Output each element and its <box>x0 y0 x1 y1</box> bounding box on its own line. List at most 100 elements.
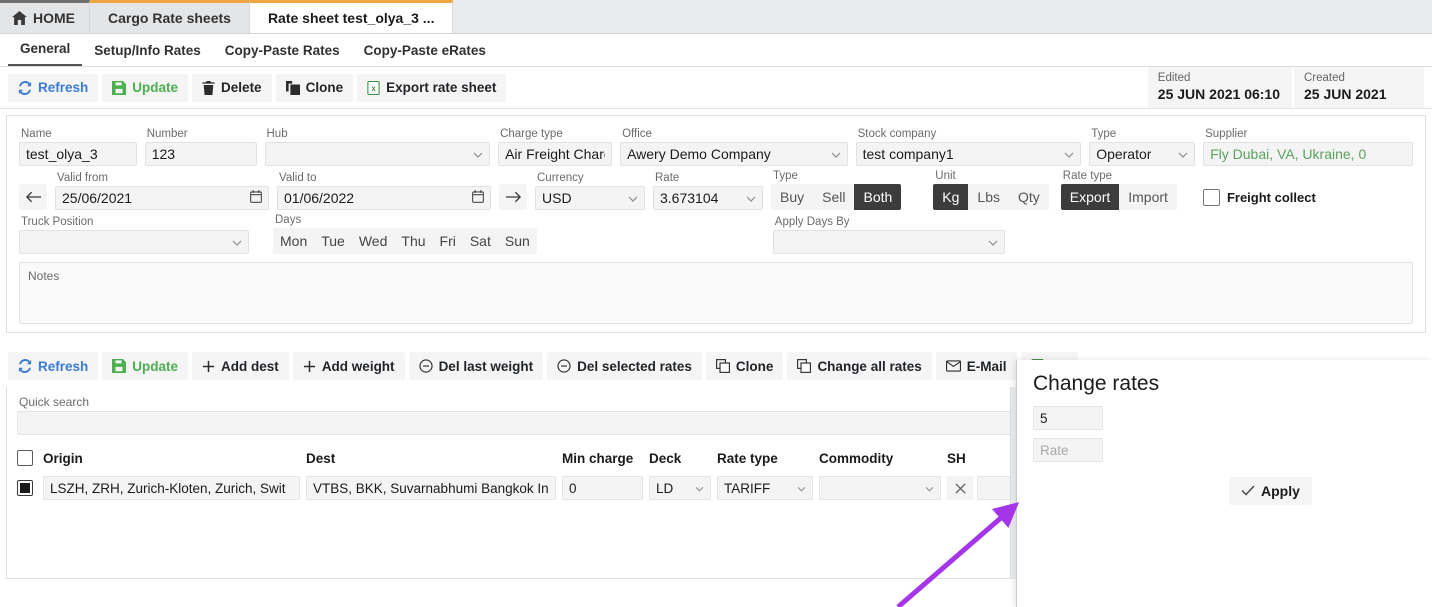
add-dest-button[interactable]: Add dest <box>192 352 289 380</box>
name-input[interactable]: test_olya_3 <box>19 142 137 166</box>
row-checkbox[interactable] <box>17 480 33 496</box>
save-icon <box>112 81 126 95</box>
cell-origin-value: LSZH, ZRH, Zurich-Kloten, Zurich, Swit <box>50 481 286 496</box>
column-header-commodity[interactable]: Commodity <box>819 451 947 466</box>
supplier-input[interactable]: Fly Dubai, VA, Ukraine, 0 <box>1203 142 1413 166</box>
cell-deck[interactable]: LD <box>649 476 717 500</box>
minus-circle-icon <box>557 359 571 373</box>
refresh-button[interactable]: Refresh <box>8 74 98 102</box>
freight-collect-checkbox[interactable] <box>1203 189 1220 206</box>
svg-text:x: x <box>371 83 376 92</box>
cell-dest[interactable]: VTBS, BKK, Suvarnabhumi Bangkok In <box>306 476 562 500</box>
cell-rate-type[interactable]: TARIFF <box>717 476 819 500</box>
valid-from-input[interactable]: 25/06/2021 <box>55 186 269 210</box>
column-header-rate-type[interactable]: Rate type <box>717 451 819 466</box>
hub-select[interactable] <box>265 142 491 166</box>
apply-days-by-select[interactable] <box>773 230 1005 254</box>
days-label: Days <box>273 212 537 228</box>
day-option-sat[interactable]: Sat <box>463 228 498 254</box>
stock-company-select[interactable]: test company1 <box>856 142 1082 166</box>
clear-commodity-cell[interactable] <box>947 476 977 500</box>
grid-refresh-button-label: Refresh <box>38 359 88 374</box>
stock-company-value: test company1 <box>863 146 954 162</box>
calendar-icon[interactable] <box>250 190 262 206</box>
day-option-mon[interactable]: Mon <box>273 228 314 254</box>
grid-clone-button[interactable]: Clone <box>706 352 784 380</box>
cell-origin[interactable]: LSZH, ZRH, Zurich-Kloten, Zurich, Swit <box>43 476 306 500</box>
rate-input[interactable]: 3.673104 <box>653 186 763 210</box>
unit-segmented: Kg Lbs Qty <box>933 184 1048 210</box>
export-rate-sheet-button[interactable]: x Export rate sheet <box>357 74 506 102</box>
tab-home[interactable]: HOME <box>0 0 90 33</box>
del-selected-rates-button[interactable]: Del selected rates <box>547 352 702 380</box>
charge-type-input[interactable]: Air Freight Charg <box>498 142 612 166</box>
unit-option-lbs[interactable]: Lbs <box>968 184 1009 210</box>
direction-option-import[interactable]: Import <box>1119 184 1177 210</box>
column-header-dest[interactable]: Dest <box>306 451 562 466</box>
type-select[interactable]: Operator <box>1089 142 1195 166</box>
column-header-origin[interactable]: Origin <box>43 451 306 466</box>
rate-type-option-sell[interactable]: Sell <box>813 184 854 210</box>
update-button[interactable]: Update <box>102 74 188 102</box>
column-header-sh[interactable]: SH <box>947 451 1007 466</box>
unit-option-qty[interactable]: Qty <box>1009 184 1049 210</box>
update-button-label: Update <box>132 80 178 95</box>
chevron-down-icon <box>1064 146 1074 162</box>
delete-button[interactable]: Delete <box>192 74 272 102</box>
chevron-down-icon <box>746 190 756 206</box>
quick-search-input[interactable] <box>17 411 1037 435</box>
del-last-weight-button[interactable]: Del last weight <box>409 352 544 380</box>
tab-home-label: HOME <box>33 10 75 26</box>
day-option-sun[interactable]: Sun <box>498 228 537 254</box>
grid-update-button[interactable]: Update <box>102 352 188 380</box>
cell-commodity[interactable] <box>819 476 947 500</box>
direction-option-export[interactable]: Export <box>1061 184 1119 210</box>
clone-button[interactable]: Clone <box>276 74 354 102</box>
day-option-thu[interactable]: Thu <box>394 228 432 254</box>
grid-refresh-button[interactable]: Refresh <box>8 352 98 380</box>
prev-period-button[interactable] <box>19 184 47 210</box>
valid-to-input[interactable]: 01/06/2022 <box>277 186 491 210</box>
cell-min-charge[interactable]: 0 <box>562 476 649 500</box>
apply-button[interactable]: Apply <box>1229 477 1312 505</box>
subnav-item-copy-paste-rates[interactable]: Copy-Paste Rates <box>213 43 352 66</box>
select-all-checkbox[interactable] <box>17 450 33 466</box>
select-all-cell[interactable] <box>17 450 43 466</box>
change-all-rates-button[interactable]: Change all rates <box>787 352 931 380</box>
office-value: Awery Demo Company <box>627 146 771 162</box>
close-icon[interactable] <box>947 476 973 500</box>
calendar-icon[interactable] <box>472 190 484 206</box>
number-input[interactable]: 123 <box>145 142 257 166</box>
column-header-deck[interactable]: Deck <box>649 451 717 466</box>
subnav-item-copy-paste-erates[interactable]: Copy-Paste eRates <box>352 43 498 66</box>
tab-cargo-rate-sheets[interactable]: Cargo Rate sheets <box>90 0 250 33</box>
unit-option-kg[interactable]: Kg <box>933 184 968 210</box>
add-weight-button[interactable]: Add weight <box>293 352 405 380</box>
email-button[interactable]: E-Mail <box>936 352 1017 380</box>
notes-field[interactable]: Notes <box>19 262 1413 324</box>
row-select-cell[interactable] <box>17 480 43 496</box>
subnav-item-general[interactable]: General <box>8 41 82 66</box>
change-rates-amount-input[interactable]: 5 <box>1033 406 1103 430</box>
day-option-tue[interactable]: Tue <box>314 228 352 254</box>
save-icon <box>112 359 126 373</box>
office-select[interactable]: Awery Demo Company <box>620 142 848 166</box>
rate-type-option-both[interactable]: Both <box>854 184 901 210</box>
next-period-button[interactable] <box>499 184 527 210</box>
chevron-down-icon <box>695 481 704 496</box>
truck-position-select[interactable] <box>19 230 249 254</box>
freight-collect-checkbox-wrap[interactable]: Freight collect <box>1195 184 1324 210</box>
cell-dest-value: VTBS, BKK, Suvarnabhumi Bangkok In <box>313 481 549 496</box>
change-rates-rate-input[interactable]: Rate <box>1033 438 1103 462</box>
rate-type-segmented: Buy Sell Both <box>771 184 901 210</box>
currency-select[interactable]: USD <box>535 186 645 210</box>
tab-rate-sheet-test-olya-3[interactable]: Rate sheet test_olya_3 ... <box>250 0 454 33</box>
check-icon <box>1241 483 1255 499</box>
rate-type-option-buy[interactable]: Buy <box>771 184 813 210</box>
day-option-fri[interactable]: Fri <box>433 228 463 254</box>
subnav-item-setup-info-rates[interactable]: Setup/Info Rates <box>82 43 213 66</box>
column-header-min-charge[interactable]: Min charge <box>562 451 649 466</box>
clone-icon <box>286 81 300 95</box>
tab-cargo-rate-sheets-label: Cargo Rate sheets <box>108 10 231 26</box>
day-option-wed[interactable]: Wed <box>352 228 395 254</box>
